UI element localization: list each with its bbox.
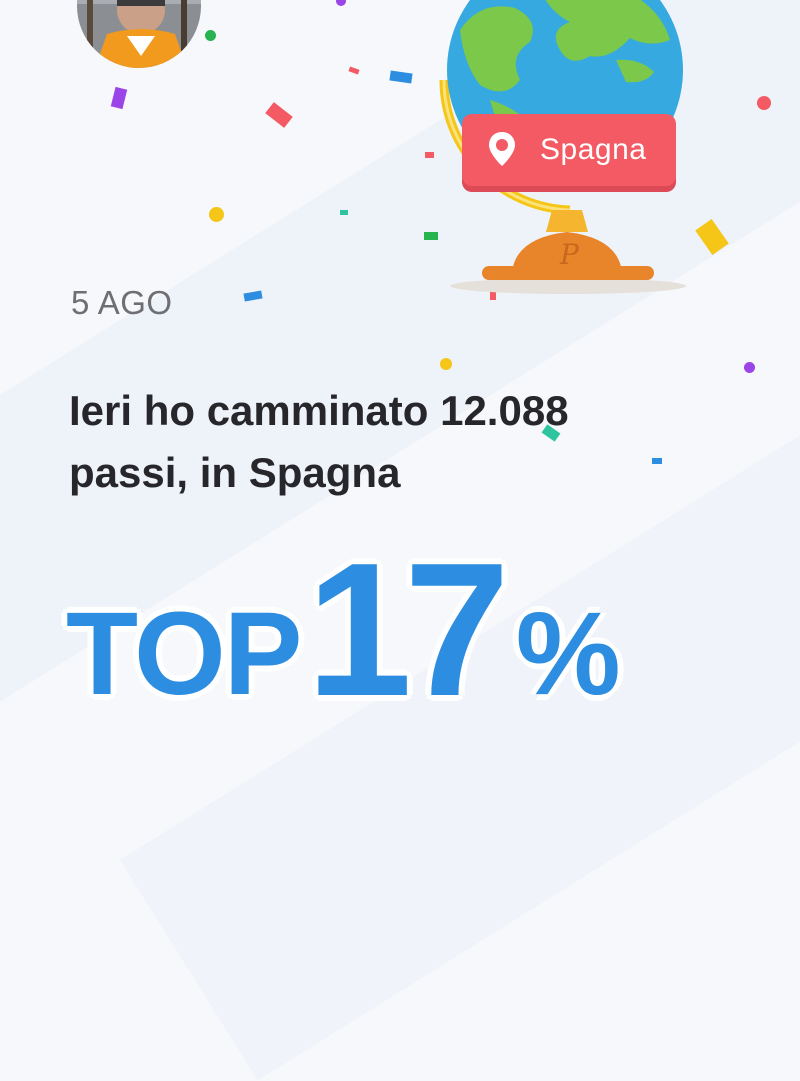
rank-value: 17 [306, 524, 509, 736]
date-label: 5 AGO [71, 284, 173, 321]
confetti [340, 210, 348, 215]
confetti [744, 362, 755, 373]
rank-prefix: TOP [66, 588, 302, 720]
headline: Ieri ho camminato 12.088 passi, in Spagn… [69, 380, 749, 504]
confetti [265, 102, 293, 128]
pacer-p-logo: P [559, 238, 580, 271]
location-badge[interactable]: Spagna [462, 114, 676, 186]
confetti [757, 96, 771, 110]
headline-line: passi, in Spagna [69, 449, 401, 496]
confetti [348, 66, 360, 75]
confetti [389, 70, 413, 84]
confetti [205, 30, 216, 41]
confetti [209, 207, 224, 222]
avatar[interactable] [77, 0, 201, 68]
location-label: Spagna [540, 133, 647, 166]
rank-suffix: % [515, 588, 621, 720]
confetti [336, 0, 346, 6]
user-avatar-icon [77, 0, 201, 68]
confetti [110, 86, 128, 110]
confetti [440, 358, 452, 370]
map-pin-icon [486, 130, 518, 170]
headline-line: Ieri ho camminato 12.088 [69, 387, 569, 434]
rank-display: TOP 17 % [66, 535, 621, 725]
